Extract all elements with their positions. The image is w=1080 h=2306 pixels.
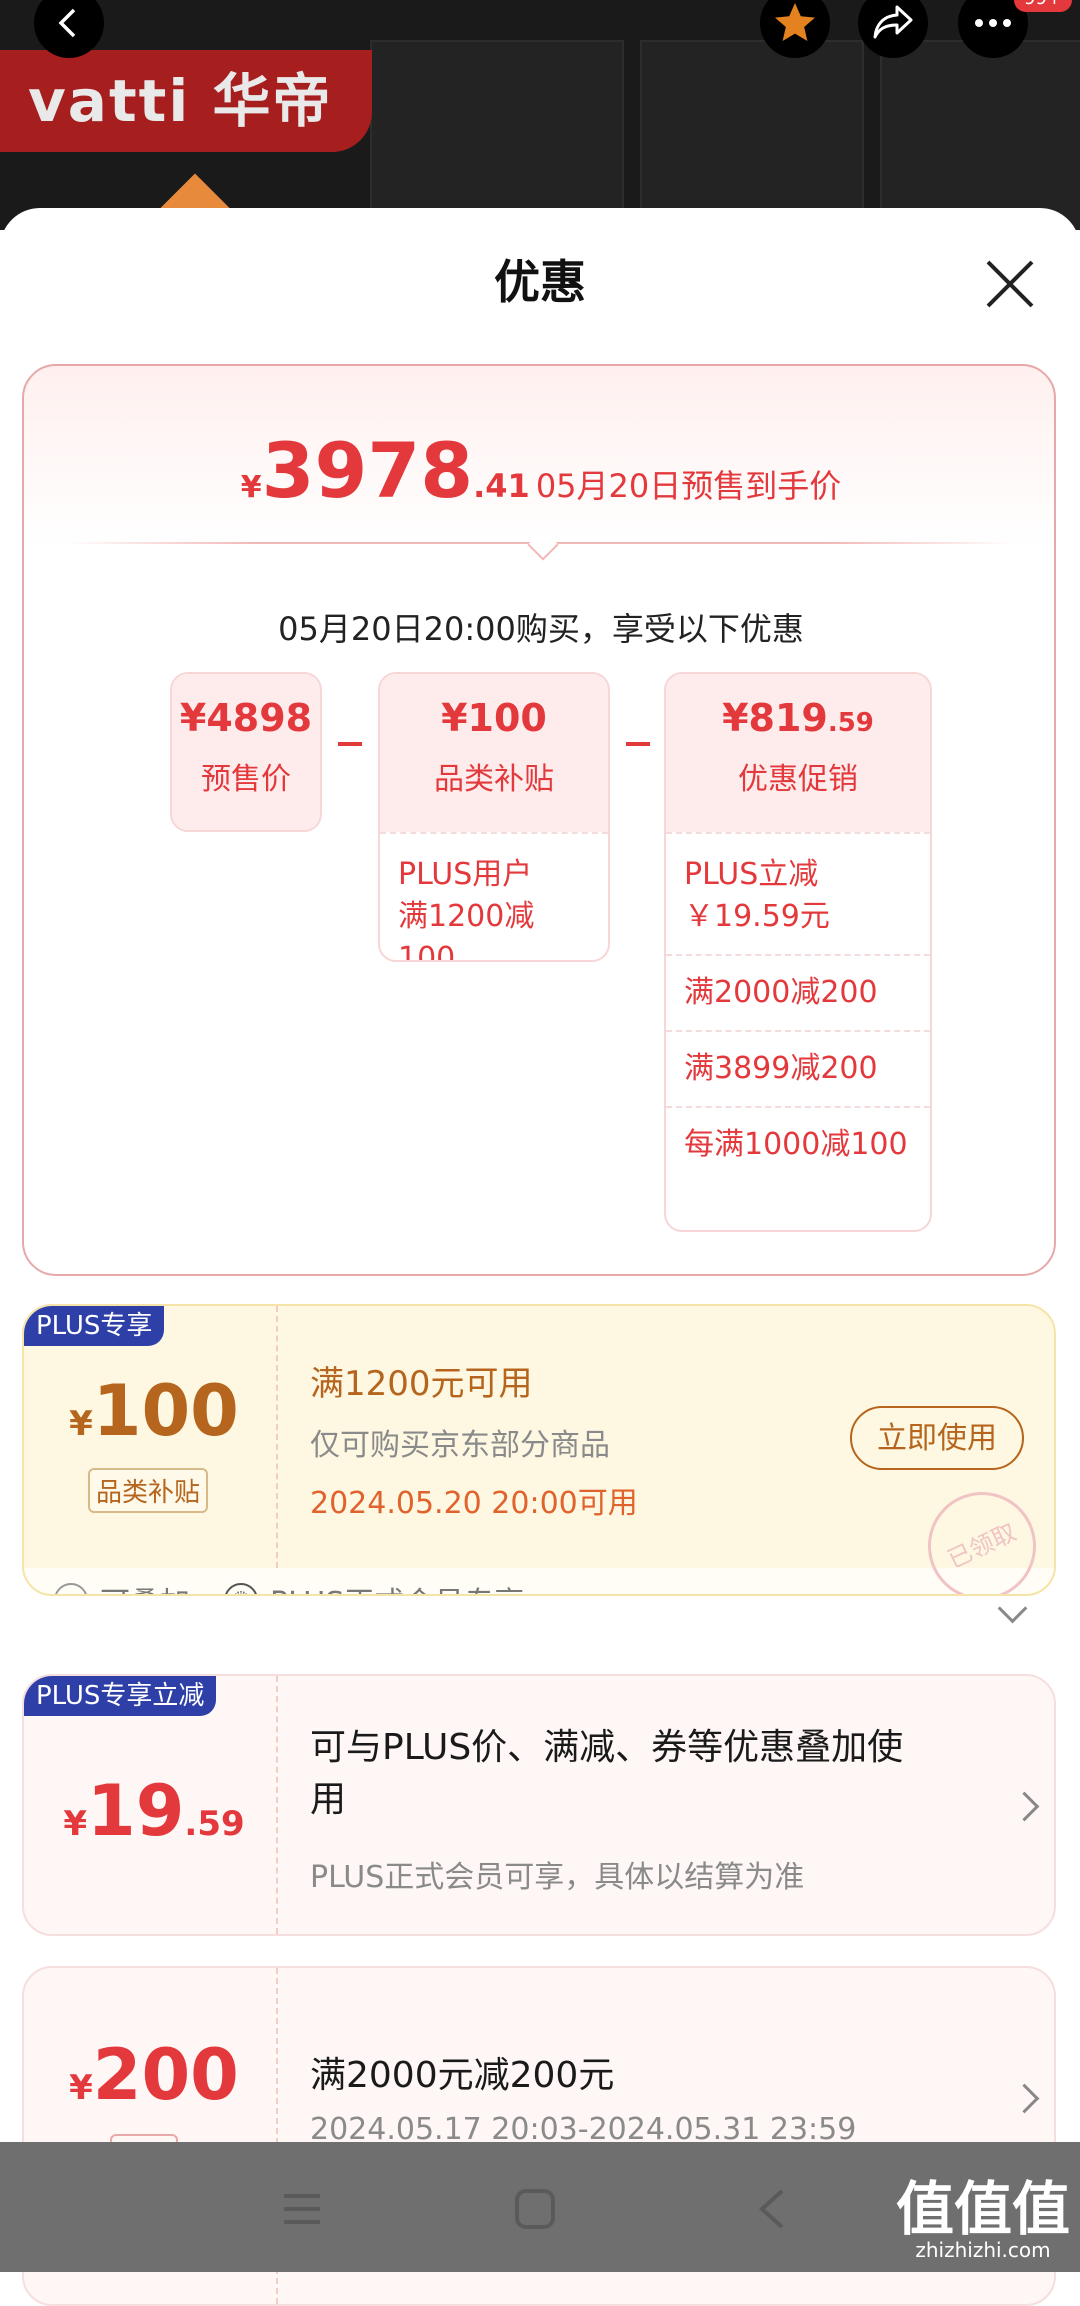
- plus-discount-tag: PLUS专享立减: [24, 1676, 217, 1716]
- presale-label: 预售价: [201, 762, 291, 797]
- subsidy-box: ¥100 品类补贴 PLUS用户 满1200减100: [378, 672, 610, 962]
- use-now-button[interactable]: 立即使用: [850, 1406, 1024, 1470]
- menu-icon[interactable]: [282, 2192, 322, 2226]
- coupon-title: 满2000元减200元: [310, 2055, 615, 2096]
- presale-price-box: ¥4898 预售价: [170, 672, 322, 832]
- promotion-rule: PLUS立减 ￥19.59元: [666, 832, 930, 954]
- back-arrow-icon: [58, 8, 76, 38]
- coupon-amount: ¥19.59: [63, 1770, 245, 1852]
- coupon-separator: [276, 1676, 278, 1934]
- coupon-separator: [276, 1306, 278, 1568]
- price-description: 05月20日预售到手价: [535, 467, 842, 505]
- background-panel: [640, 40, 864, 230]
- expand-chevron-icon[interactable]: [997, 1593, 1028, 1624]
- star-icon: [775, 3, 815, 41]
- promotion-rule: 满3899减200: [666, 1030, 930, 1106]
- price-summary-card: ¥3978.41 05月20日预售到手价 05月20日20:00购买，享受以下优惠…: [22, 364, 1056, 1276]
- close-icon: [986, 260, 1034, 308]
- price-integer: 3978: [261, 426, 474, 515]
- share-icon: [873, 5, 913, 39]
- discount-sheet: 优惠 ¥3978.41 05月20日预售到手价 05月20日20:00购买，享受以…: [0, 208, 1080, 2306]
- promotion-label: 优惠促销: [738, 762, 858, 797]
- minus-sign: [338, 742, 362, 746]
- purchase-time-note: 05月20日20:00购买，享受以下优惠: [278, 610, 804, 648]
- background-panel: [880, 40, 1080, 230]
- coupon-note: PLUS正式会员可享，具体以结算为准: [310, 1860, 805, 1895]
- notification-badge: 99+: [1014, 0, 1072, 12]
- coupon-valid-time: 2024.05.20 20:00可用: [310, 1486, 638, 1521]
- coupon-scope: 仅可购买京东部分商品: [310, 1428, 610, 1463]
- minus-sign: [626, 742, 650, 746]
- member-note: ♛ PLUS正式会员专享: [224, 1578, 524, 1594]
- coupon-type-badge: 品类补贴: [88, 1468, 209, 1513]
- nav-back-icon[interactable]: [756, 2188, 786, 2230]
- close-button[interactable]: [982, 256, 1038, 312]
- plus-exclusive-tag: PLUS专享: [24, 1306, 165, 1346]
- coupon-amount: ¥200: [69, 2034, 239, 2116]
- sheet-title: 优惠: [494, 255, 586, 309]
- brand-logo: vatti 华帝: [0, 50, 372, 152]
- divider-notch: [527, 529, 559, 561]
- subsidy-rule: PLUS用户 满1200减100: [380, 832, 608, 960]
- coupon-card[interactable]: PLUS专享立减 ¥19.59 可与PLUS价、满减、券等优惠叠加使用 PLUS…: [22, 1674, 1056, 1936]
- promotion-rule: 满2000减200: [666, 954, 930, 1030]
- crown-icon: ♛: [224, 1583, 258, 1594]
- currency-symbol: ¥: [240, 470, 262, 505]
- chevron-right-icon: [1009, 1791, 1040, 1822]
- subsidy-amount: ¥100: [441, 696, 547, 740]
- background-panel: [370, 40, 624, 230]
- chevron-right-icon: [1009, 2083, 1040, 2114]
- stackable-note: ≡ 可叠加: [54, 1578, 190, 1594]
- promotion-rule: 每满1000减100: [666, 1106, 930, 1182]
- home-icon[interactable]: [514, 2188, 556, 2230]
- coupon-title: 可与PLUS价、满减、券等优惠叠加使用: [310, 1727, 904, 1820]
- coupon-amount: ¥100: [69, 1370, 239, 1452]
- promotion-box: ¥819.59 优惠促销 PLUS立减 ￥19.59元 满2000减200 满3…: [664, 672, 932, 1232]
- price-decimal: .41: [473, 467, 530, 505]
- coupon-title: 满1200元可用: [310, 1364, 533, 1404]
- coupon-card: PLUS专享 ¥100 品类补贴 满1200元可用 仅可购买京东部分商品 202…: [22, 1304, 1056, 1596]
- more-dots-icon: [975, 19, 1011, 27]
- watermark: 值值值 zhizhizhi.com: [895, 2175, 1070, 2262]
- promotion-amount: ¥819.59: [722, 696, 874, 740]
- final-price: ¥3978.41 05月20日预售到手价: [24, 426, 1058, 515]
- presale-amount: ¥4898: [179, 696, 313, 740]
- stack-icon: ≡: [54, 1583, 88, 1594]
- subsidy-label: 品类补贴: [434, 762, 554, 797]
